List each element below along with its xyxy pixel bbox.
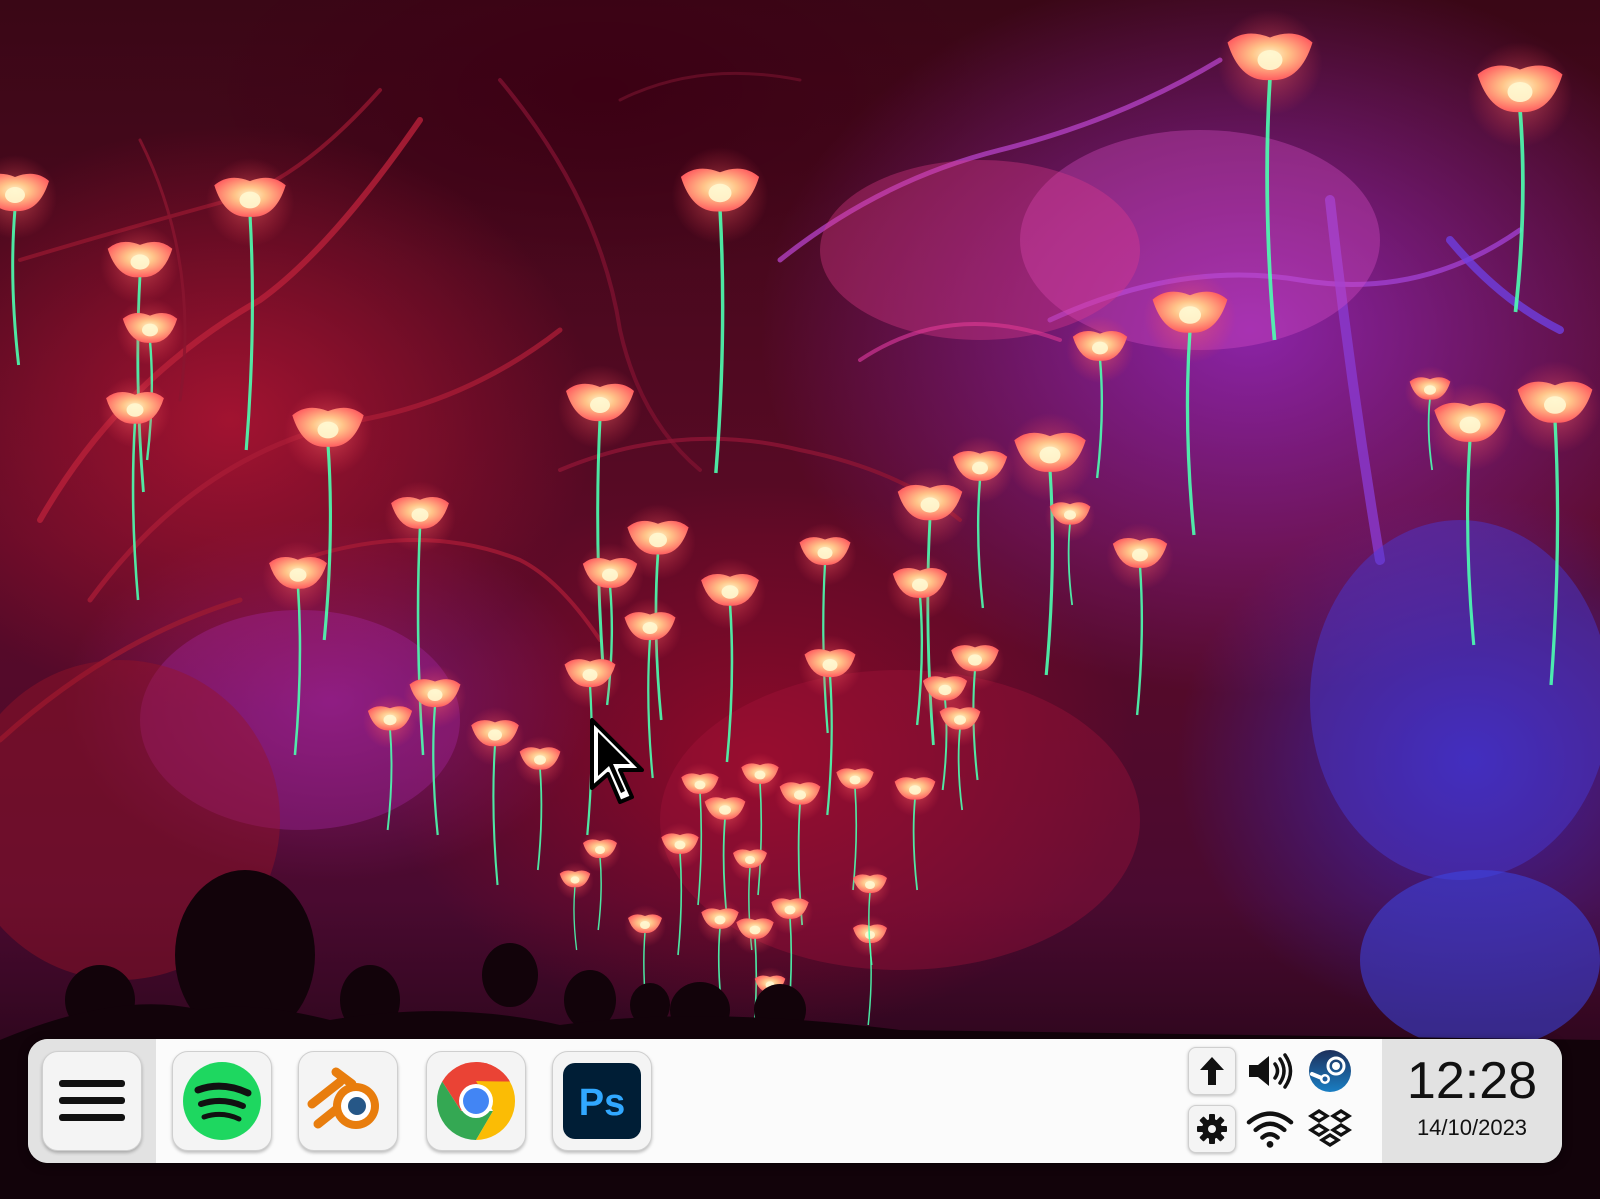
- photoshop-button[interactable]: Ps: [552, 1051, 652, 1151]
- blender-icon: [307, 1067, 379, 1129]
- upload-tray-button[interactable]: [1188, 1047, 1236, 1095]
- blender-button[interactable]: [298, 1051, 398, 1151]
- spotify-button[interactable]: [172, 1051, 272, 1151]
- chrome-button[interactable]: [426, 1051, 526, 1151]
- mouse-cursor-icon: [590, 718, 644, 804]
- steam-icon: [1309, 1050, 1351, 1092]
- lantern-glow: [1143, 271, 1237, 536]
- settings-gear-icon: [1197, 1114, 1227, 1144]
- lantern-glow: [514, 736, 566, 871]
- wallpaper-scene: [0, 10, 1600, 1199]
- lantern-glow: [1005, 413, 1095, 676]
- chrome-icon: [436, 1062, 516, 1140]
- steam-tray-button[interactable]: [1306, 1047, 1354, 1095]
- photoshop-icon: Ps: [563, 1063, 641, 1139]
- clock[interactable]: 12:28 14/10/2023: [1382, 1039, 1562, 1163]
- lantern-glow: [99, 376, 171, 601]
- volume-icon: [1249, 1053, 1293, 1089]
- lantern-glow: [1106, 523, 1174, 716]
- clock-date: 14/10/2023: [1416, 1115, 1528, 1140]
- clock-time: 12:28: [1406, 1052, 1538, 1110]
- wifi-icon: [1246, 1111, 1294, 1148]
- menu-zone: [28, 1039, 156, 1163]
- lantern-glow: [556, 862, 594, 951]
- hamburger-menu-icon: [59, 1080, 125, 1121]
- wifi-tray-button[interactable]: [1246, 1105, 1294, 1153]
- start-menu-button[interactable]: [42, 1051, 142, 1151]
- lantern-glow: [0, 155, 57, 366]
- lantern-glow: [671, 147, 769, 474]
- photoshop-label: Ps: [579, 1082, 625, 1124]
- dropbox-tray-button[interactable]: [1306, 1105, 1354, 1153]
- desktop-wallpaper: [0, 0, 1600, 1199]
- dropbox-icon: [1308, 1109, 1352, 1147]
- settings-tray-button[interactable]: [1188, 1105, 1236, 1153]
- taskbar: Ps 12:28 14/10/2023: [28, 1039, 1562, 1163]
- lantern-glow: [465, 707, 525, 886]
- volume-tray-button[interactable]: [1246, 1047, 1294, 1095]
- lantern-glow: [849, 915, 891, 1026]
- upload-arrow-icon: [1200, 1057, 1224, 1085]
- spotify-icon: [183, 1062, 261, 1140]
